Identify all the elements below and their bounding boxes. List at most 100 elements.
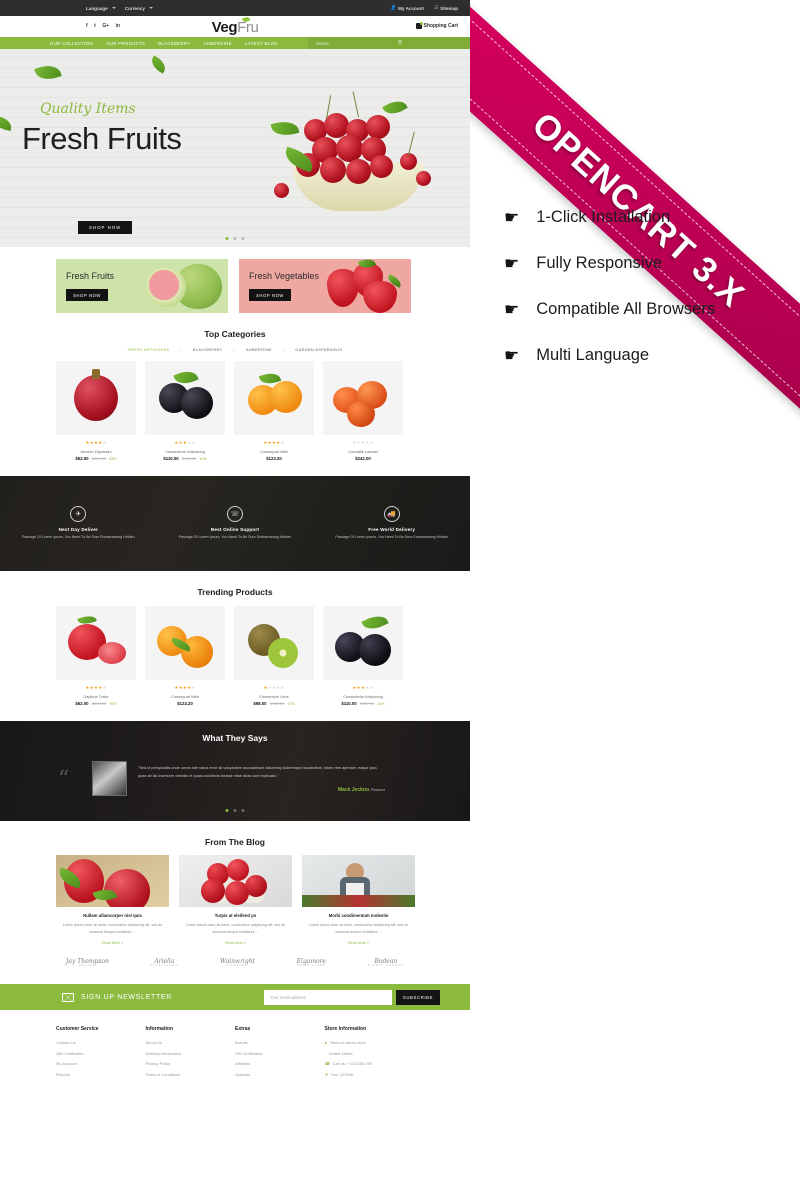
carousel-dot[interactable] (225, 809, 229, 812)
carousel-dot[interactable] (233, 809, 237, 812)
product-card[interactable]: ★★★★★ Consequat Nibh $123.20 (145, 606, 225, 706)
product-image (145, 361, 225, 435)
product-price: $62.00 (75, 456, 89, 461)
carousel-dot[interactable] (233, 237, 237, 240)
carousel-dot[interactable] (241, 237, 245, 240)
product-old-price: $182.00 (269, 701, 285, 706)
nav-item-our-products[interactable]: OUR PRODUCTS (106, 41, 145, 46)
blog-card[interactable]: Morbi condimentum molestie Lorem ipsum d… (302, 855, 415, 945)
store-address: ● Techous demo store (325, 1040, 415, 1045)
testimonial-section: What They Says “ "Sed ut perspiciatis un… (0, 721, 470, 821)
testimonial-heading: What They Says (202, 733, 268, 743)
product-card[interactable]: ★★★★★ Consectetur Adipiscing $110.00 $12… (323, 606, 403, 706)
footer-link[interactable]: Contact Us (56, 1040, 146, 1045)
trending-grid: ★★★★★ Dapibus Tortor $62.00 $602.00 90% … (0, 597, 470, 706)
linkedin-icon[interactable]: in (116, 23, 120, 29)
blog-title: Morbi condimentum molestie (328, 913, 389, 918)
brand-logo[interactable]: Elgamore HOME STORE (297, 958, 326, 968)
promo-shop-now-button[interactable]: SHOP NOW (66, 289, 108, 301)
search-icon[interactable]: ⚲ (398, 40, 402, 46)
tab-aubergine[interactable]: AUBERGINE (246, 347, 272, 352)
carousel-dot[interactable] (225, 237, 229, 240)
footer-link-label: Gift Certificates (56, 1050, 84, 1056)
product-card[interactable]: ★★★★★ Convallis Laoreet $242.00 (323, 361, 403, 461)
brand-logo[interactable]: Wainwright COMPANY (220, 958, 255, 968)
currency-selector[interactable]: Currency (125, 6, 153, 11)
language-selector[interactable]: Language (86, 6, 116, 11)
product-old-price: $169.20 (91, 456, 107, 461)
footer-link[interactable]: About Us (146, 1040, 236, 1045)
feature-label: Compatible All Browsers (536, 300, 716, 318)
marketing-panel: OPENCART 3.X ☛ 1-Click Installation ☛ Fu… (470, 0, 800, 1200)
product-price-row: $62.00 $169.20 63% (56, 456, 136, 461)
promo-fresh-vegetables[interactable]: Fresh Vegetables SHOP NOW (239, 259, 411, 313)
nav-item-our-collection[interactable]: OUR COLLECTION (50, 41, 93, 46)
tab-garden-asparagus[interactable]: GARDEN ASPARAGUS (295, 347, 342, 352)
newsletter-bar: SIGN UP NEWSLETTER Your email address SU… (0, 984, 470, 1011)
pointing-hand-icon: ☛ (504, 254, 520, 273)
footer-link[interactable]: Returns (56, 1072, 146, 1077)
footer-link[interactable]: Gift Certificates (56, 1051, 146, 1056)
footer-column-information: Information About Us Delivery Informatio… (146, 1026, 236, 1082)
top-categories-heading: Top Categories (204, 329, 266, 339)
newsletter-email-input[interactable]: Your email address (264, 989, 392, 1005)
sitemap-link[interactable]: ☷ Sitemap (434, 5, 458, 11)
promo-title: Fresh Vegetables (249, 271, 320, 281)
footer-link[interactable]: Delivery Information (146, 1051, 236, 1056)
tab-blackberry[interactable]: BLACKBERRY (193, 347, 223, 352)
product-price: $110.00 (341, 701, 357, 706)
promo-fresh-fruits[interactable]: Fresh Fruits SHOP NOW (56, 259, 228, 313)
product-card[interactable]: ★★★★★ Consectetur Adipiscing $110.00 $12… (145, 361, 225, 461)
product-card[interactable]: ★★★★★ Elementum Urna $98.00 $182.00 47% (234, 606, 314, 706)
product-name: Consequat Nibh (260, 448, 288, 454)
top-categories-grid: ★★★★★ Aenean Dignissim $62.00 $169.20 63… (0, 352, 470, 461)
brand-logo[interactable]: Bodean FINEST SOURCE (368, 958, 404, 968)
footer-link[interactable]: Gift Certificates (235, 1051, 325, 1056)
promo-shop-now-button[interactable]: SHOP NOW (249, 289, 291, 301)
feature-label: Fully Responsive (536, 254, 662, 272)
footer-link[interactable]: Specials (235, 1072, 325, 1077)
footer-link[interactable]: Privacy Policy (146, 1061, 236, 1066)
nav-item-latest-blog[interactable]: LATEST BLOG (245, 41, 278, 46)
googleplus-icon[interactable]: G+ (102, 23, 109, 29)
facebook-icon[interactable]: f (86, 23, 88, 29)
brand-logo[interactable]: Ariella FINE FOODS (151, 958, 179, 968)
search-box[interactable]: Search ⚲ (308, 37, 470, 49)
product-rating: ★★★★★ (174, 685, 196, 690)
my-account-link[interactable]: 👤 My Account (390, 5, 424, 11)
locale-selectors: Language Currency (86, 6, 153, 11)
blog-card[interactable]: Turpis at eleifend ps Lorem ipsum dolor … (179, 855, 292, 945)
footer-link[interactable]: Brands (235, 1040, 325, 1045)
product-card[interactable]: ★★★★★ Dapibus Tortor $62.00 $602.00 90% (56, 606, 136, 706)
search-placeholder: Search (316, 40, 330, 46)
product-price: $123.20 (177, 701, 193, 706)
blog-card[interactable]: Nullam ullamcorper nisl quis Lorem ipsum… (56, 855, 169, 945)
site-logo[interactable]: VegFru (212, 15, 259, 36)
footer-link-label: United States (328, 1050, 353, 1056)
newsletter-label: SIGN UP NEWSLETTER (81, 993, 173, 1001)
product-price-row: $62.00 $602.00 90% (56, 701, 136, 706)
newsletter-subscribe-button[interactable]: SUBSCRIBE (396, 989, 440, 1005)
product-image (234, 606, 314, 680)
footer-link-label: Call us: +123-456-789 (332, 1061, 372, 1067)
product-card[interactable]: ★★★★★ Consequat Nibh $123.20 (234, 361, 314, 461)
brand-logo[interactable]: Jay Thompson DESIGN (66, 958, 109, 968)
phone-icon: ☎ (324, 1061, 330, 1067)
footer-link[interactable]: Terms & Conditions (146, 1072, 236, 1077)
nav-item-blackberry[interactable]: BLACKBERRY (158, 41, 190, 46)
footer-link[interactable]: Affiliates (235, 1061, 325, 1066)
nav-item-aubergine[interactable]: AUBERGINE (204, 41, 232, 46)
promo-title: Fresh Fruits (66, 271, 115, 281)
carousel-dot[interactable] (241, 809, 245, 812)
footer-column-store-information: Store Information ● Techous demo store Un… (325, 1026, 415, 1082)
shopping-cart-button[interactable]: Shopping Cart (415, 21, 458, 29)
nav-list: OUR COLLECTION OUR PRODUCTS BLACKBERRY A… (50, 41, 278, 46)
product-old-price: $122.00 (181, 456, 197, 461)
twitter-icon[interactable]: t (94, 23, 96, 29)
feature-label: Multi Language (536, 346, 650, 364)
tab-fresh-artichoke[interactable]: FRESH ARTICHOKE (128, 347, 170, 352)
hero-shop-now-button[interactable]: SHOP NOW (78, 221, 133, 234)
product-card[interactable]: ★★★★★ Aenean Dignissim $62.00 $169.20 63… (56, 361, 136, 461)
footer-link[interactable]: My Account (56, 1061, 146, 1066)
headset-icon: ☏ (227, 506, 243, 523)
